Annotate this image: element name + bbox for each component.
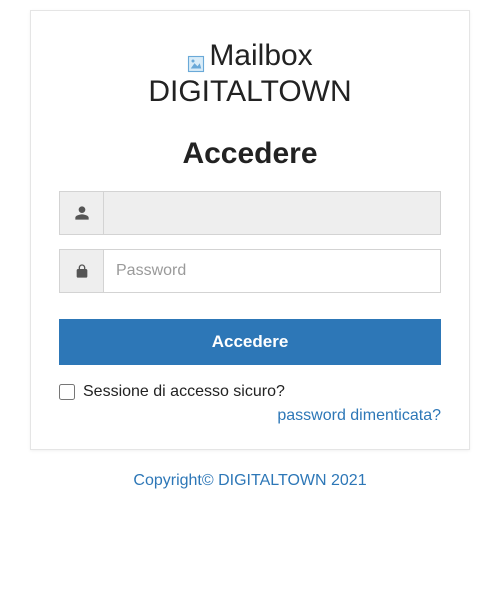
login-button[interactable]: Accedere	[59, 319, 441, 365]
login-title: Accedere	[182, 137, 317, 171]
broken-image-icon	[187, 47, 205, 65]
brand-line2: DIGITALTOWN	[148, 75, 351, 109]
password-input[interactable]	[103, 249, 441, 293]
forgot-row: password dimenticata?	[59, 407, 441, 425]
brand-line1: Mailbox	[209, 39, 312, 73]
brand: Mailbox DIGITALTOWN	[148, 39, 351, 109]
secure-session-row[interactable]: Sessione di accesso sicuro?	[59, 383, 441, 401]
lock-icon	[59, 249, 103, 293]
forgot-password-link[interactable]: password dimenticata?	[277, 407, 441, 424]
login-card: Mailbox DIGITALTOWN Accedere Accedere Se…	[30, 10, 470, 450]
secure-session-label: Sessione di accesso sicuro?	[83, 383, 285, 401]
brand-line1-wrap: Mailbox	[187, 39, 312, 73]
username-group	[59, 191, 441, 235]
username-input[interactable]	[103, 191, 441, 235]
footer-copyright: Copyright© DIGITALTOWN 2021	[133, 472, 366, 490]
password-group	[59, 249, 441, 293]
user-icon	[59, 191, 103, 235]
secure-session-checkbox[interactable]	[59, 384, 75, 400]
